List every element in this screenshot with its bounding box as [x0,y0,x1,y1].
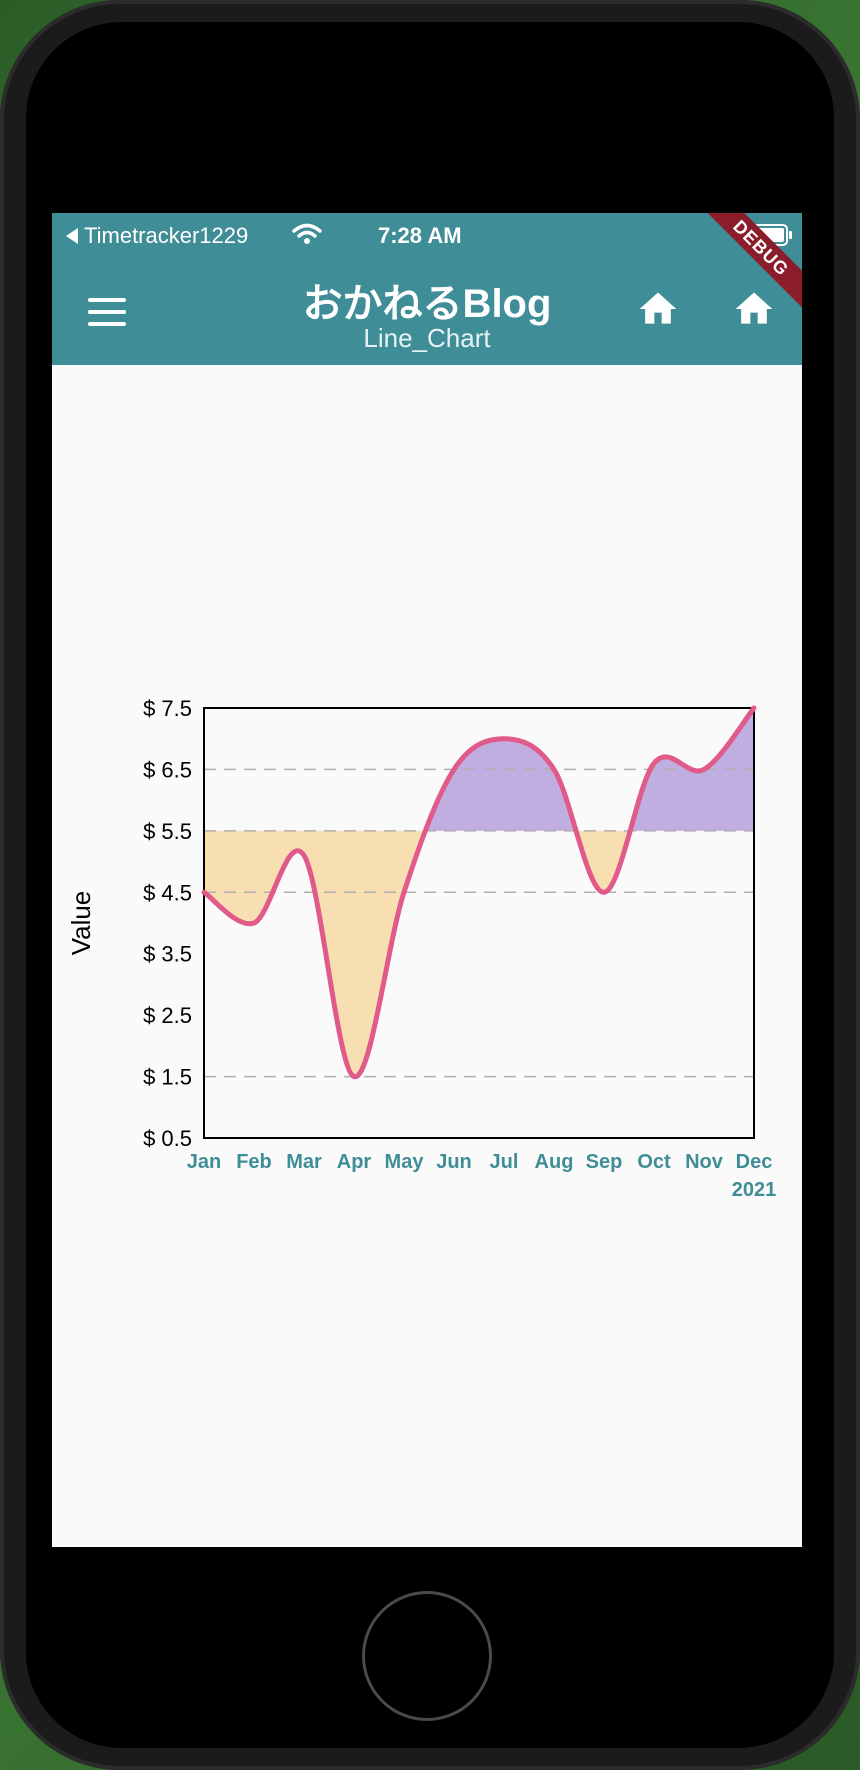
x-tick-label: Jul [490,1151,519,1173]
x-tick-label: Nov [685,1151,724,1173]
y-tick-label: $ 1.5 [143,1065,192,1090]
status-time: 7:28 AM [378,223,462,248]
y-tick-label: $ 2.5 [143,1003,192,1028]
home-icon [735,292,773,324]
home-icon [639,292,677,324]
x-tick-label: Feb [236,1151,272,1173]
y-tick-label: $ 3.5 [143,942,192,967]
home-button-1[interactable] [636,287,680,331]
y-tick-label: $ 6.5 [143,757,192,782]
y-tick-label: $ 4.5 [143,880,192,905]
x-tick-label: Sep [586,1151,623,1173]
line-chart: $ 0.5 $ 1.5 $ 2.5 $ 3.5 $ 4.5 $ 5.5 $ 6.5 $ 7.5… [66,696,777,1201]
x-tick-label: Jan [187,1151,221,1173]
x-tick-label: Mar [286,1151,322,1173]
carrier-label: Timetracker1229 [84,223,249,248]
home-button-2[interactable] [732,287,776,331]
x-tick-label: Dec [736,1151,773,1173]
x-tick-label: May [385,1151,425,1173]
y-tick-label: $ 5.5 [143,819,192,844]
back-arrow-icon [66,228,78,244]
app-subtitle: Line_Chart [363,323,491,353]
app-screen: Timetracker1229 7:28 AM おかねるBlog Line_Ch… [52,213,802,1547]
x-tick-label: Jun [436,1151,472,1173]
y-tick-label: $ 7.5 [143,696,192,721]
chart-area: $ 0.5 $ 1.5 $ 2.5 $ 3.5 $ 4.5 $ 5.5 $ 6.5 $ 7.5… [52,365,802,1547]
back-to-app[interactable]: Timetracker1229 [66,223,248,249]
y-axis-label: Value [66,891,96,956]
x-tick-label: Apr [337,1151,372,1173]
status-bar: Timetracker1229 7:28 AM [52,213,802,255]
app-bar: Timetracker1229 7:28 AM おかねるBlog Line_Ch… [52,213,802,365]
wifi-icon [292,223,322,244]
y-tick-label: $ 0.5 [143,1126,192,1151]
x-tick-label: Oct [637,1151,671,1173]
home-hardware-button[interactable] [362,1591,492,1721]
x-group-label: 2021 [732,1179,777,1201]
x-tick-label: Aug [535,1151,574,1173]
app-title: おかねるBlog [302,282,552,326]
